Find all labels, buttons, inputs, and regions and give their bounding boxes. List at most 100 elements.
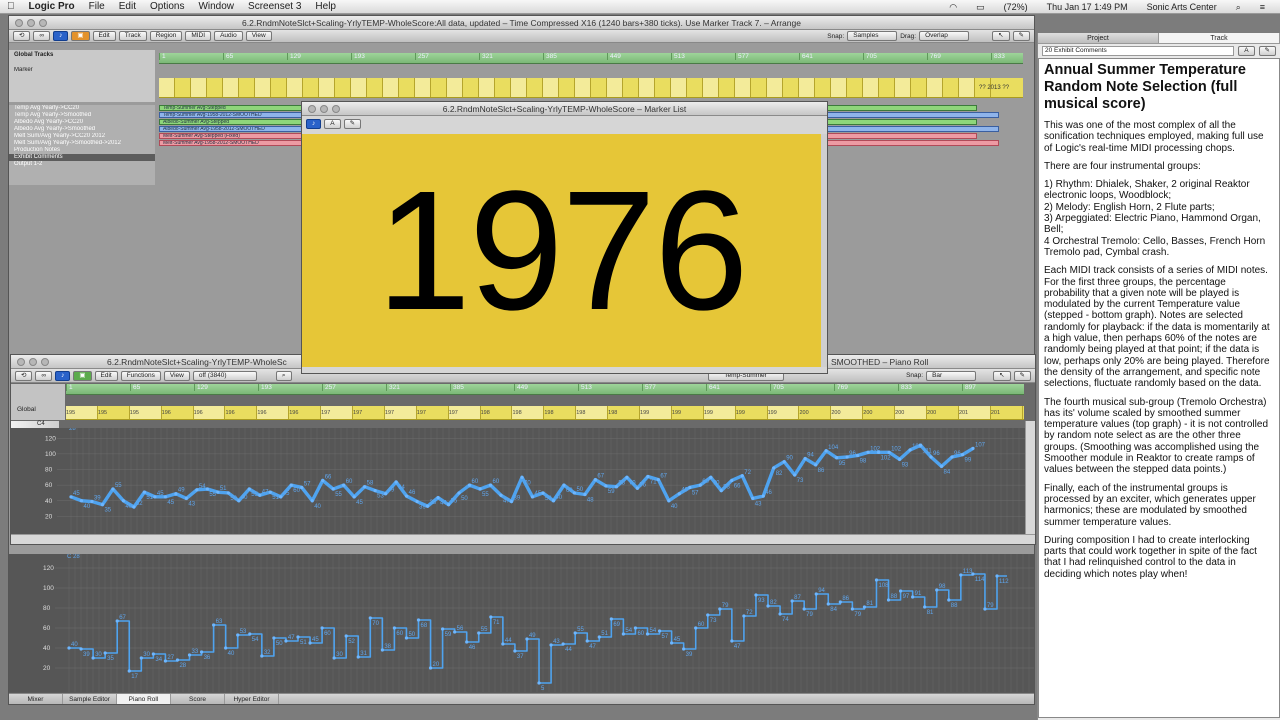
marker-cell[interactable] (479, 78, 495, 97)
tab-mixer[interactable]: Mixer (9, 694, 63, 704)
marker-cell[interactable]: 200 (927, 406, 959, 419)
marker-cell[interactable] (431, 78, 447, 97)
tab-sample-editor[interactable]: Sample Editor (63, 694, 117, 704)
pr-midi-out-icon[interactable]: ♪ (55, 370, 71, 381)
marker-cell[interactable] (495, 78, 511, 97)
arrange-marker-track[interactable] (159, 78, 1023, 98)
marker-cell[interactable]: 200 (831, 406, 864, 419)
menu-arrange-track[interactable]: Track (118, 31, 147, 41)
catch-icon[interactable]: ▣ (71, 31, 90, 41)
marker-cell[interactable] (159, 78, 175, 97)
marker-cell[interactable] (191, 78, 207, 97)
track-header[interactable]: Melt Sum/Avg Yearly->CC20 2012 (9, 133, 155, 140)
marker-cell[interactable] (287, 78, 303, 97)
clock[interactable]: Thu Jan 17 1:49 PM (1040, 2, 1135, 12)
ml-minimize-button[interactable] (320, 105, 328, 113)
marker-cell[interactable] (607, 78, 623, 97)
marker-cell[interactable]: 198 (512, 406, 545, 419)
marker-track-label[interactable]: Marker (9, 67, 155, 74)
marker-cell[interactable]: 195 (129, 406, 162, 419)
marker-cell[interactable]: 199 (703, 406, 736, 419)
pr-zoom-button[interactable] (41, 358, 49, 366)
marker-cell[interactable]: 199 (640, 406, 672, 419)
marker-cell[interactable] (415, 78, 431, 97)
marker-cell[interactable]: 201 (958, 406, 991, 419)
marker-cell[interactable] (639, 78, 655, 97)
pr-pencil-tool-icon[interactable]: ✎ (1013, 370, 1031, 381)
battery-icon[interactable]: ▭ (969, 2, 992, 13)
wifi-icon[interactable]: ◠ (942, 2, 964, 13)
tab-score[interactable]: Score (171, 694, 225, 704)
ml-midi-out-icon[interactable]: ♪ (306, 119, 322, 129)
marker-cell[interactable] (879, 78, 895, 97)
marker-cell[interactable]: 197 (384, 406, 417, 419)
marker-cell[interactable] (911, 78, 927, 97)
marker-cell[interactable]: 196 (162, 406, 194, 419)
marker-cell[interactable]: 197 (353, 406, 385, 419)
marker-cell[interactable] (655, 78, 671, 97)
pr-horizontal-scrollbar[interactable] (11, 534, 1035, 544)
marker-cell[interactable]: 200 (895, 406, 928, 419)
quantize-select[interactable]: off (3840) (192, 370, 257, 381)
marker-cell[interactable] (575, 78, 591, 97)
marker-cell[interactable] (559, 78, 575, 97)
pr-vertical-scrollbar[interactable] (1025, 421, 1035, 534)
marker-cell[interactable] (767, 78, 783, 97)
marker-cell[interactable] (511, 78, 527, 97)
marker-cell[interactable] (687, 78, 703, 97)
marker-cell[interactable]: 195 (66, 406, 98, 419)
pr-chain-icon[interactable]: ∞ (35, 370, 53, 381)
marker-cell[interactable]: 199 (736, 406, 768, 419)
menu-arrange-view[interactable]: View (245, 31, 272, 41)
marker-cell[interactable] (847, 78, 863, 97)
pr-minimize-button[interactable] (29, 358, 37, 366)
marker-cell[interactable] (863, 78, 879, 97)
menu-arrange-midi[interactable]: MIDI (185, 31, 212, 41)
apple-icon[interactable]:  (0, 1, 22, 12)
marker-cell[interactable] (895, 78, 911, 97)
marker-cell[interactable] (543, 78, 559, 97)
zoom-button[interactable] (39, 19, 47, 27)
marker-cell[interactable] (591, 78, 607, 97)
pr-global-label[interactable]: Global (17, 406, 36, 413)
drag-select[interactable]: Overlap (919, 31, 970, 41)
marker-cell[interactable] (751, 78, 767, 97)
marker-cell[interactable]: 199 (767, 406, 800, 419)
tab-project[interactable]: Project (1038, 33, 1159, 43)
marker-cell[interactable] (383, 78, 399, 97)
marker-cell[interactable] (927, 78, 943, 97)
ml-text-icon[interactable]: A (324, 119, 341, 129)
marker-cell[interactable] (399, 78, 415, 97)
smoothed-graph[interactable]: 20 40 60 80 100 120 28 45 40 39 35 55 40 32 51 45 45 49 43… (11, 428, 1025, 534)
marker-cell[interactable] (943, 78, 959, 97)
spotlight-icon[interactable]: ⌕ (1229, 2, 1248, 13)
global-tracks-label[interactable]: Global Tracks (9, 50, 155, 61)
menu-pr-edit[interactable]: Edit (94, 370, 118, 381)
marker-cell[interactable] (703, 78, 719, 97)
user-name[interactable]: Sonic Arts Center (1140, 2, 1224, 12)
marker-cell[interactable] (959, 78, 975, 97)
tab-hyper-editor[interactable]: Hyper Editor (225, 694, 279, 704)
ml-scrollbar[interactable] (821, 134, 827, 367)
track-header[interactable]: Exhibit Comments (9, 154, 155, 161)
marker-cell[interactable]: 196 (225, 406, 258, 419)
notes-pencil-icon[interactable]: ✎ (1258, 46, 1276, 56)
marker-cell[interactable]: 201 (991, 406, 1023, 419)
marker-cell[interactable] (463, 78, 479, 97)
track-header[interactable]: Melt Sum/Avg Yearly->Smoothed->2012 (9, 140, 155, 147)
menu-arrange-audio[interactable]: Audio (214, 31, 243, 41)
marker-cell[interactable]: 200 (799, 406, 832, 419)
pencil-tool-icon[interactable]: ✎ (1012, 31, 1030, 41)
midi-out-icon[interactable]: ♪ (53, 31, 69, 41)
marker-cell[interactable] (303, 78, 319, 97)
marker-cell[interactable] (815, 78, 831, 97)
pointer-tool-icon[interactable]: ↖ (992, 31, 1010, 41)
marker-cell[interactable] (447, 78, 463, 97)
marker-cell[interactable] (527, 78, 543, 97)
marker-cell[interactable] (239, 78, 255, 97)
link-icon[interactable]: ⟲ (13, 31, 31, 41)
pr-pointer-tool-icon[interactable]: ↖ (993, 370, 1011, 381)
track-header[interactable]: Albedo Avg Yearly->Smoothed (9, 126, 155, 133)
menu-pr-functions[interactable]: Functions (120, 370, 161, 381)
menu-help[interactable]: Help (308, 1, 343, 12)
